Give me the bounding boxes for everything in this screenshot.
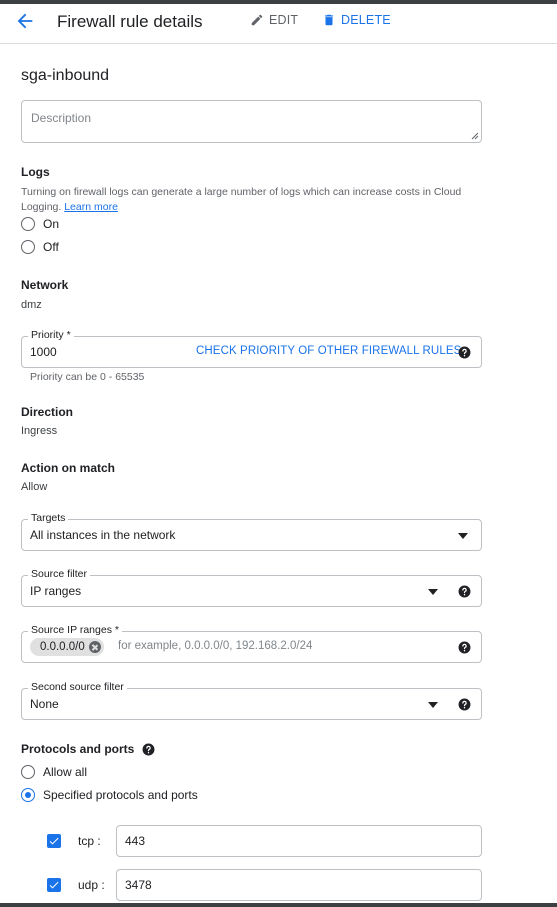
logs-off-label: Off [43,240,59,254]
ip-range-chip[interactable]: 0.0.0.0/0 [30,638,104,656]
source-filter-label: Source filter [28,568,91,580]
edit-button[interactable]: EDIT [250,13,298,27]
priority-value[interactable]: 1000 [30,345,57,359]
network-label: Network [21,278,69,292]
protocols-heading: Protocols and ports [21,742,155,756]
radio-circle[interactable] [21,240,35,254]
check-priority-link[interactable]: CHECK PRIORITY OF OTHER FIREWALL RULES [196,345,461,357]
help-icon[interactable] [458,585,471,598]
trash-icon [324,14,334,26]
source-filter-value: IP ranges [30,584,82,598]
radio-circle[interactable] [21,217,35,231]
protocols-label: Protocols and ports [21,742,135,756]
allow-all-label: Allow all [43,765,88,779]
tcp-label: tcp : [78,834,101,848]
targets-select[interactable]: Targets All instances in the network [21,512,482,551]
tcp-checkbox[interactable] [47,834,61,848]
checkmark-icon [49,837,59,845]
second-source-filter-select[interactable]: Second source filter None [21,681,482,720]
chip-remove-icon[interactable] [88,641,101,653]
delete-label: DELETE [341,13,391,27]
source-ip-ranges-field[interactable]: Source IP ranges * 0.0.0.0/0 [21,624,482,663]
specified-protocols-radio[interactable]: Specified protocols and ports [21,788,198,802]
priority-field[interactable]: Priority * 1000 CHECK PRIORITY OF OTHER … [21,329,482,368]
logs-off-radio[interactable]: Off [21,240,59,254]
direction-value: Ingress [21,425,58,437]
source-ip-ranges-input[interactable] [118,640,438,652]
udp-checkbox[interactable] [47,878,61,892]
network-value: dmz [21,299,42,311]
checkmark-icon [49,881,59,889]
source-filter-select[interactable]: Source filter IP ranges [21,568,482,607]
description-placeholder: Description [31,111,92,125]
action-label: Action on match [21,461,116,475]
description-textarea[interactable]: Description [21,100,482,143]
specified-protocols-label: Specified protocols and ports [43,788,198,802]
delete-button[interactable]: DELETE [322,13,391,27]
source-ip-ranges-label: Source IP ranges * [28,624,122,636]
rule-name: sga-inbound [21,67,110,84]
dropdown-arrow-icon[interactable] [428,589,438,595]
top-app-bar: Firewall rule details EDIT DELETE [0,0,557,44]
direction-label: Direction [21,405,74,419]
udp-ports-value[interactable]: 3478 [125,878,152,892]
radio-circle-checked[interactable] [21,788,35,802]
edit-label: EDIT [269,13,299,27]
tcp-ports-value[interactable]: 443 [125,834,145,848]
logs-help-text: Turning on firewall logs can generate a … [21,185,491,215]
logs-on-label: On [43,217,60,231]
dropdown-arrow-icon[interactable] [428,702,438,708]
priority-label: Priority * [28,329,74,341]
action-value: Allow [21,481,48,493]
page-title: Firewall rule details [57,12,203,31]
learn-more-link[interactable]: Learn more [64,201,118,213]
help-icon[interactable] [458,641,471,654]
help-icon[interactable] [458,346,471,359]
second-source-filter-value: None [30,697,59,711]
second-source-filter-label: Second source filter [28,681,127,693]
help-icon[interactable] [458,698,471,711]
logs-label: Logs [21,165,50,179]
udp-ports-input[interactable]: 3478 [116,869,482,901]
targets-value: All instances in the network [30,528,176,542]
help-icon[interactable] [142,743,155,756]
back-arrow-icon[interactable] [14,10,36,32]
priority-hint: Priority can be 0 - 65535 [30,371,145,383]
targets-label: Targets [28,512,69,524]
logs-on-radio[interactable]: On [21,217,59,231]
chip-text: 0.0.0.0/0 [40,641,85,653]
radio-circle[interactable] [21,765,35,779]
udp-label: udp : [78,878,105,892]
dropdown-arrow-icon[interactable] [458,533,468,539]
resize-handle-icon[interactable] [471,132,479,140]
pencil-icon [251,14,263,26]
tcp-ports-input[interactable]: 443 [116,825,482,857]
bottom-border [0,903,557,907]
allow-all-radio[interactable]: Allow all [21,765,87,779]
